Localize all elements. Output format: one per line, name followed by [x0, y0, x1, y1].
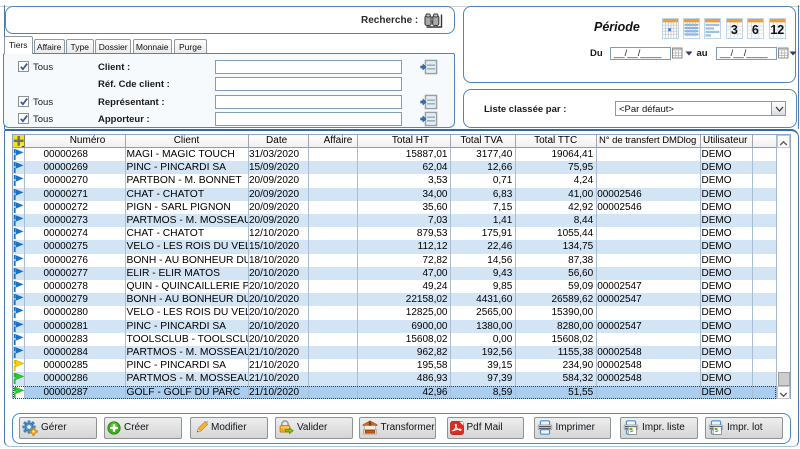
svg-text:6: 6	[752, 23, 759, 37]
svg-text:12: 12	[770, 23, 784, 37]
svg-text:$: $	[368, 421, 371, 427]
svg-text:3: 3	[730, 23, 737, 37]
